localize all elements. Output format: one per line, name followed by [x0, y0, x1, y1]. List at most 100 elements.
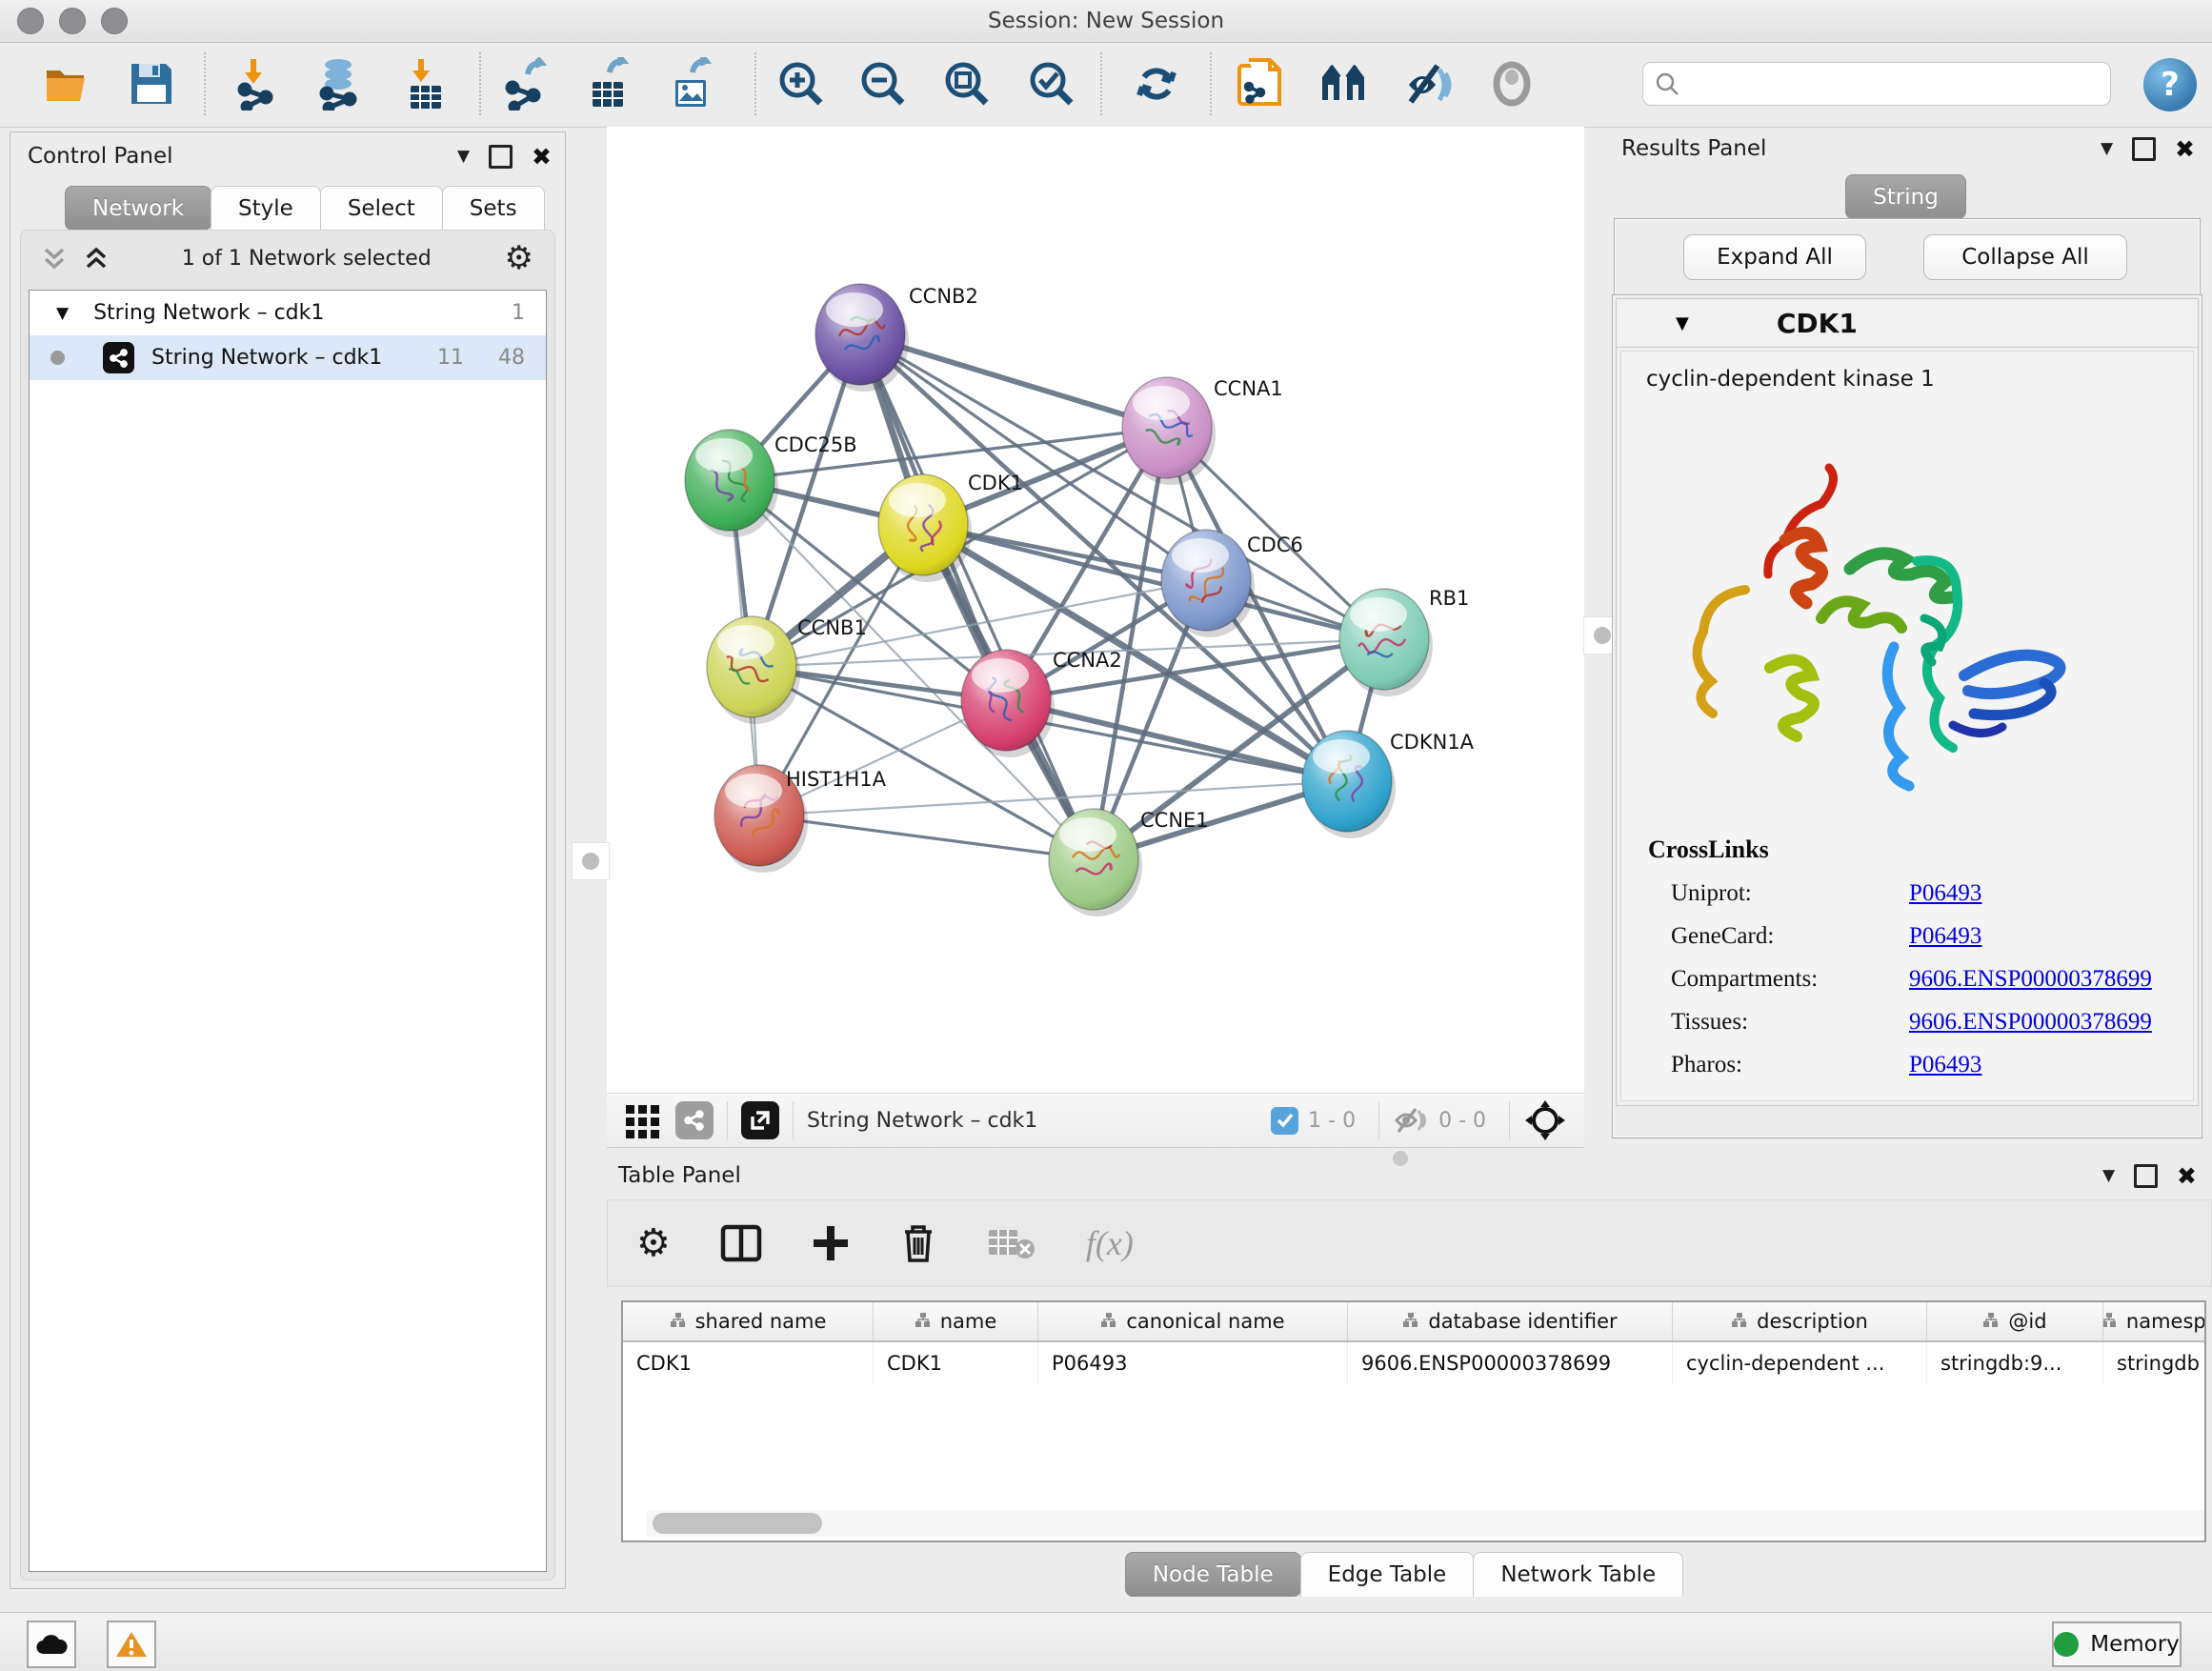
show-all-icon[interactable]	[1482, 54, 1541, 113]
tab-network[interactable]: Network	[65, 186, 211, 231]
panel-collapse-icon[interactable]: ▼	[457, 147, 470, 166]
tab-node-table[interactable]: Node Table	[1125, 1552, 1301, 1597]
column-header-@id[interactable]: @id	[1927, 1302, 2103, 1341]
export-table-icon[interactable]	[578, 54, 637, 113]
tab-sets[interactable]: Sets	[442, 186, 545, 231]
collapse-all-button[interactable]: Collapse All	[1923, 234, 2127, 280]
zoom-fit-icon[interactable]	[937, 54, 996, 113]
fit-selected-crosshair-icon[interactable]	[1523, 1098, 1567, 1142]
column-header-namespace[interactable]: namespace	[2103, 1302, 2207, 1341]
column-header-name[interactable]: name	[874, 1302, 1038, 1341]
toolbar-separator	[204, 52, 206, 115]
string-badge-icon[interactable]	[675, 1101, 714, 1139]
open-in-window-icon[interactable]	[741, 1101, 779, 1139]
panel-close-icon[interactable]: ✖	[2175, 137, 2195, 161]
gene-entry-header[interactable]: ▼ CDK1	[1617, 299, 2198, 348]
node-CCNB2[interactable]	[815, 284, 909, 392]
panel-collapse-icon[interactable]: ▼	[2101, 139, 2113, 158]
memory-label: Memory	[2090, 1632, 2180, 1657]
export-network-icon[interactable]	[496, 54, 555, 113]
memory-status-dot	[2054, 1632, 2079, 1657]
network-options-gear-icon[interactable]: ⚙	[505, 239, 533, 277]
selected-checkbox-icon[interactable]	[1271, 1107, 1298, 1135]
warning-button[interactable]	[107, 1621, 156, 1668]
save-icon[interactable]	[122, 54, 181, 113]
results-panel-title: Results Panel	[1621, 136, 1766, 161]
node-label-CDKN1A: CDKN1A	[1390, 731, 1475, 754]
crosslink-link[interactable]: 9606.ENSP00000378699	[1909, 1009, 2152, 1036]
tab-network-table[interactable]: Network Table	[1473, 1552, 1683, 1597]
import-table-icon[interactable]	[396, 54, 455, 113]
collection-expand-icon[interactable]: ▼	[56, 304, 69, 323]
network-collection-row[interactable]: ▼ String Network – cdk1 1	[30, 291, 546, 335]
tab-edge-table[interactable]: Edge Table	[1300, 1552, 1475, 1597]
node-CDKN1A[interactable]	[1302, 731, 1396, 838]
edge-CCNB2-CCNE1[interactable]	[860, 334, 1094, 859]
protein-structure-image	[1679, 447, 2079, 828]
string-network-icon	[103, 342, 134, 373]
node-CCNA1[interactable]	[1122, 377, 1216, 485]
column-header-shared-name[interactable]: shared name	[623, 1302, 874, 1341]
column-header-canonical-name[interactable]: canonical name	[1038, 1302, 1348, 1341]
crosslink-link[interactable]: 9606.ENSP00000378699	[1909, 966, 2152, 993]
collapse-all-icon[interactable]	[42, 244, 67, 272]
table-settings-gear-icon[interactable]: ⚙	[636, 1221, 671, 1265]
string-clipboard-icon[interactable]	[1232, 54, 1291, 113]
add-column-icon[interactable]	[812, 1224, 850, 1262]
expand-all-button[interactable]: Expand All	[1683, 234, 1866, 280]
panel-float-icon[interactable]	[2132, 137, 2156, 161]
entry-expand-icon[interactable]: ▼	[1676, 313, 1689, 333]
crosslink-link[interactable]: P06493	[1909, 923, 1981, 950]
birdseye-grid-icon[interactable]	[624, 1101, 662, 1139]
network-canvas[interactable]: CCNB2CCNA1CDC25BCDK1CDC6RB1CCNB1CCNA2CDK…	[607, 127, 1584, 1093]
import-database-icon[interactable]	[309, 54, 368, 113]
scrollbar-thumb[interactable]	[653, 1513, 822, 1534]
zoom-out-icon[interactable]	[854, 54, 913, 113]
delete-column-icon[interactable]	[899, 1222, 937, 1264]
panel-collapse-icon[interactable]: ▼	[2102, 1166, 2115, 1185]
table-header-row: shared namenamecanonical namedatabase id…	[623, 1302, 2206, 1341]
crosslink-link[interactable]: P06493	[1909, 1052, 1981, 1078]
crosslink-link[interactable]: P06493	[1909, 880, 1981, 907]
help-icon[interactable]: ?	[2143, 58, 2197, 111]
open-folder-icon[interactable]	[38, 54, 97, 113]
crosslink-label: GeneCard:	[1671, 923, 1909, 950]
column-header-database-identifier[interactable]: database identifier	[1348, 1302, 1673, 1341]
edge-HIST1H1A-CCNE1[interactable]	[759, 815, 1094, 859]
network-row[interactable]: String Network – cdk1 11 48	[30, 335, 546, 380]
left-splitter-handle[interactable]	[572, 842, 610, 880]
hide-selected-icon[interactable]	[1399, 54, 1458, 113]
table-row[interactable]: CDK1CDK1P064939606.ENSP00000378699cyclin…	[623, 1341, 2206, 1384]
zoom-in-icon[interactable]	[772, 54, 831, 113]
edge-CCNA2-CDKN1A[interactable]	[1006, 700, 1347, 781]
column-tree-icon	[1402, 1310, 1418, 1333]
collection-label: String Network – cdk1	[93, 301, 324, 325]
tab-string[interactable]: String	[1845, 174, 1966, 219]
node-CCNA2[interactable]	[961, 650, 1055, 757]
table-horizontal-scrollbar[interactable]	[647, 1510, 2206, 1537]
zoom-selected-icon[interactable]	[1022, 54, 1081, 113]
tab-style[interactable]: Style	[211, 186, 321, 231]
network-list: ▼ String Network – cdk1 1 String Network…	[29, 290, 547, 1572]
refresh-layout-icon[interactable]	[1127, 54, 1186, 113]
search-input[interactable]	[1642, 62, 2111, 106]
import-network-icon[interactable]	[229, 54, 288, 113]
cloud-status-button[interactable]	[27, 1621, 76, 1668]
node-CDK1[interactable]	[878, 474, 972, 582]
panel-close-icon[interactable]: ✖	[2177, 1164, 2197, 1188]
node-RB1[interactable]	[1339, 589, 1433, 696]
expand-all-icon[interactable]	[84, 244, 109, 272]
column-header-description[interactable]: description	[1673, 1302, 1927, 1341]
show-columns-icon[interactable]	[720, 1222, 762, 1264]
node-CCNB1[interactable]	[707, 616, 800, 724]
first-neighbors-icon[interactable]	[1317, 54, 1376, 113]
memory-button[interactable]: Memory	[2052, 1621, 2182, 1667]
panel-float-icon[interactable]	[489, 145, 513, 169]
export-image-icon[interactable]	[661, 54, 720, 113]
panel-close-icon[interactable]: ✖	[532, 145, 552, 169]
toolbar-search	[1642, 62, 2111, 106]
panel-float-icon[interactable]	[2134, 1164, 2158, 1188]
node-CDC25B[interactable]	[685, 430, 778, 537]
tab-select[interactable]: Select	[320, 186, 443, 231]
node-CCNE1[interactable]	[1049, 809, 1142, 916]
